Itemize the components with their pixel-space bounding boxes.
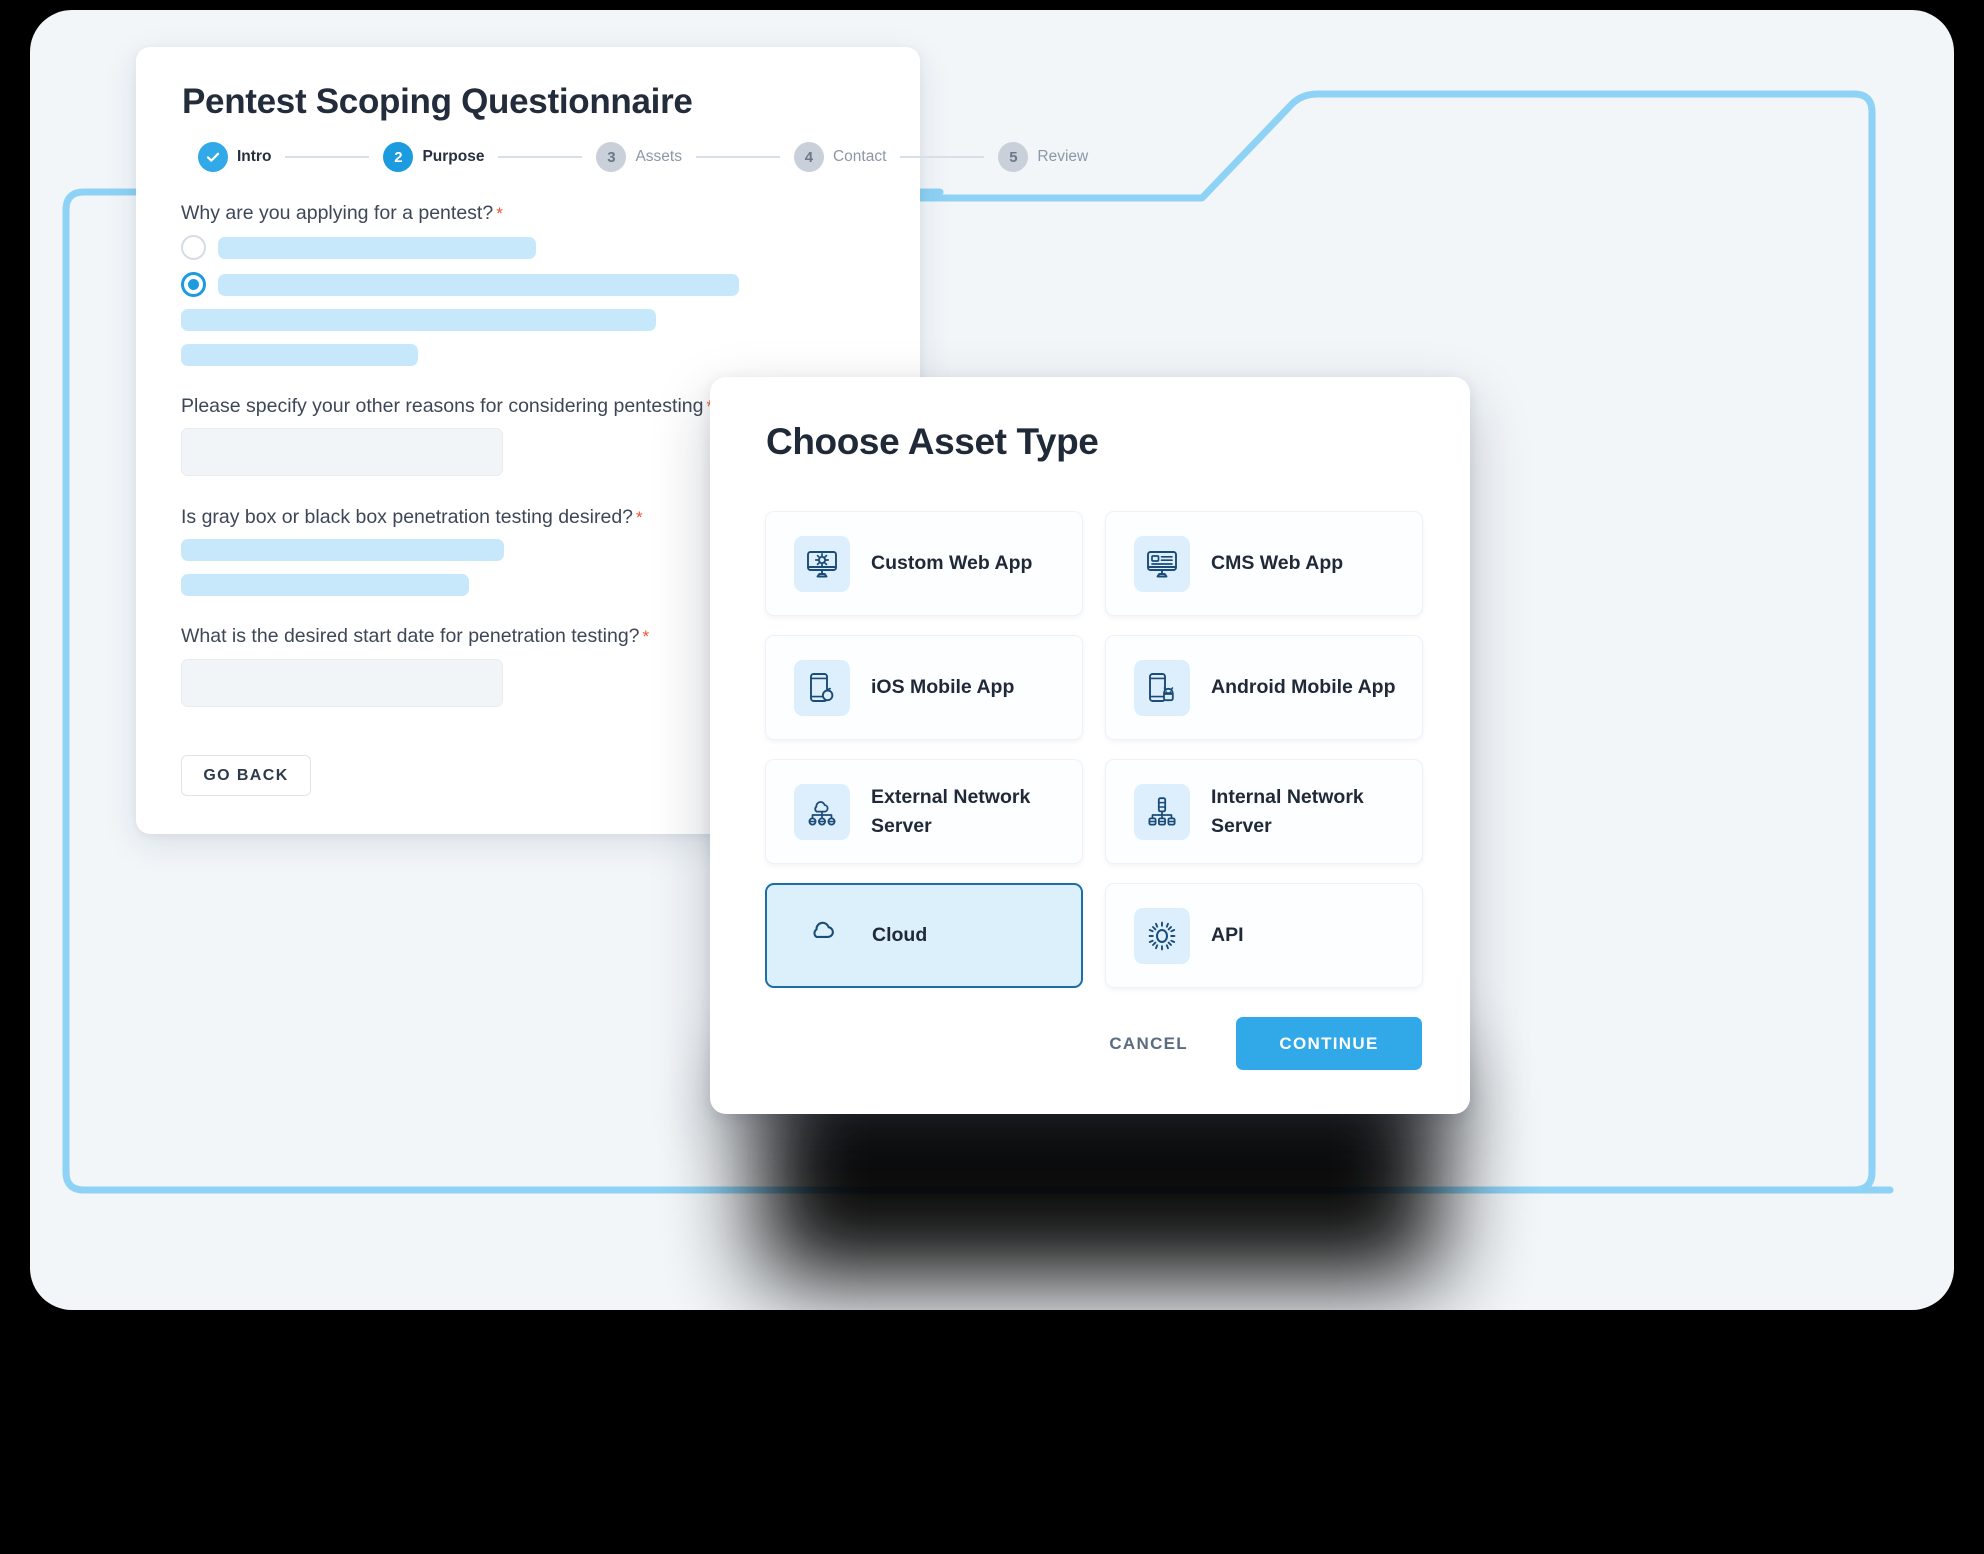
monitor-content-icon — [1147, 550, 1177, 577]
asset-label-cms-web-app: CMS Web App — [1211, 552, 1344, 575]
asset-label-cloud: Cloud — [872, 924, 928, 947]
asset-card-ios-mobile-app[interactable]: iOS Mobile App — [765, 635, 1083, 740]
step-label-intro: Intro — [237, 148, 272, 165]
phone-apple-icon — [810, 672, 834, 702]
screenshot-scene: Pentest Scoping Questionnaire Intro 2 Pu… — [0, 0, 1984, 1554]
required-asterisk: * — [496, 204, 503, 223]
go-back-button[interactable]: GO BACK — [181, 755, 311, 796]
asset-label-custom-web-app: Custom Web App — [871, 552, 1033, 575]
cloud-icon — [813, 921, 834, 938]
question-text-why-pentest: Why are you applying for a pentest? — [181, 202, 494, 224]
step-badge-assets: 3 — [596, 142, 627, 172]
step-connector-2 — [498, 156, 583, 158]
step-contact[interactable]: 4 Contact — [793, 142, 887, 172]
step-assets[interactable]: 3 Assets — [596, 142, 682, 172]
step-label-purpose: Purpose — [422, 148, 485, 165]
cloud-servers-icon-tile — [794, 783, 850, 840]
check-icon — [206, 152, 220, 162]
asset-type-grid: Custom Web App CMS Web App iOS Mobile Ap… — [765, 511, 1423, 988]
continue-button[interactable]: CONTINUE — [1236, 1017, 1422, 1070]
question-label-other-reasons: Please specify your other reasons for co… — [181, 395, 713, 418]
radio-option-1-placeholder — [218, 237, 536, 259]
step-badge-review: 5 — [998, 142, 1029, 172]
cloud-icon-tile — [795, 908, 851, 964]
step-connector-4 — [900, 156, 985, 158]
choose-asset-type-modal: Choose Asset Type Custom Web App CMS Web… — [710, 377, 1470, 1114]
phone-apple-icon-tile — [794, 659, 850, 716]
asset-card-external-network-server[interactable]: External Network Server — [765, 759, 1083, 864]
step-label-review: Review — [1037, 148, 1089, 165]
step-badge-contact: 4 — [793, 142, 824, 172]
radio-option-2-selected[interactable] — [181, 272, 206, 297]
asset-label-api: API — [1211, 924, 1244, 947]
asset-card-custom-web-app[interactable]: Custom Web App — [765, 511, 1083, 616]
step-label-contact: Contact — [832, 148, 887, 165]
server-network-icon-tile — [1134, 783, 1190, 840]
radio-option-4-placeholder — [181, 344, 418, 366]
page-title: Pentest Scoping Questionnaire — [182, 82, 693, 121]
question-label-gray-black-box: Is gray box or black box penetration tes… — [181, 506, 643, 529]
asset-card-internal-network-server[interactable]: Internal Network Server — [1105, 759, 1423, 864]
radio-option-2-placeholder — [218, 274, 739, 296]
progress-stepper: Intro 2 Purpose 3 Assets 4 Contact 5 Rev… — [198, 142, 1088, 172]
question-text-other-reasons: Please specify your other reasons for co… — [181, 395, 704, 417]
monitor-gear-icon — [807, 550, 837, 577]
box-type-option-1-placeholder — [181, 539, 504, 561]
modal-title: Choose Asset Type — [766, 421, 1099, 462]
step-intro[interactable]: Intro — [198, 142, 271, 172]
step-review[interactable]: 5 Review — [998, 142, 1088, 172]
asset-card-api[interactable]: API — [1105, 883, 1423, 988]
required-asterisk: * — [636, 508, 643, 527]
start-date-input[interactable] — [181, 659, 503, 707]
question-text-gray-black-box: Is gray box or black box penetration tes… — [181, 506, 634, 528]
question-text-start-date: What is the desired start date for penet… — [181, 625, 640, 647]
step-badge-intro — [198, 142, 228, 172]
modal-footer: CANCEL CONTINUE — [1089, 1017, 1422, 1070]
radio-option-3-placeholder — [181, 309, 656, 331]
step-purpose[interactable]: 2 Purpose — [383, 142, 484, 172]
monitor-content-icon-tile — [1134, 535, 1190, 592]
radio-option-1[interactable] — [181, 235, 206, 260]
phone-android-icon — [1149, 672, 1174, 702]
asset-label-android-mobile-app: Android Mobile App — [1211, 676, 1396, 699]
required-asterisk: * — [642, 627, 650, 646]
cloud-servers-icon — [808, 800, 836, 825]
server-network-icon — [1148, 796, 1176, 825]
monitor-gear-icon-tile — [794, 535, 850, 592]
gear-icon — [1148, 921, 1176, 950]
step-badge-purpose: 2 — [383, 142, 414, 172]
asset-label-internal-network-server: Internal Network Server — [1211, 786, 1364, 837]
asset-label-ios-mobile-app: iOS Mobile App — [871, 676, 1015, 699]
step-label-assets: Assets — [635, 148, 682, 165]
other-reasons-input[interactable] — [181, 428, 503, 476]
asset-label-external-network-server: External Network Server — [871, 786, 1031, 837]
asset-card-cms-web-app[interactable]: CMS Web App — [1105, 511, 1423, 616]
phone-android-icon-tile — [1134, 659, 1190, 716]
question-label-start-date: What is the desired start date for penet… — [181, 625, 649, 648]
step-connector-1 — [285, 156, 370, 158]
gear-icon-tile — [1134, 907, 1190, 964]
asset-card-cloud[interactable]: Cloud — [765, 883, 1083, 988]
step-connector-3 — [695, 156, 780, 158]
asset-card-android-mobile-app[interactable]: Android Mobile App — [1105, 635, 1423, 740]
cancel-button[interactable]: CANCEL — [1089, 1022, 1208, 1066]
box-type-option-2-placeholder — [181, 574, 469, 596]
question-label-why-pentest: Why are you applying for a pentest? * — [181, 202, 503, 225]
